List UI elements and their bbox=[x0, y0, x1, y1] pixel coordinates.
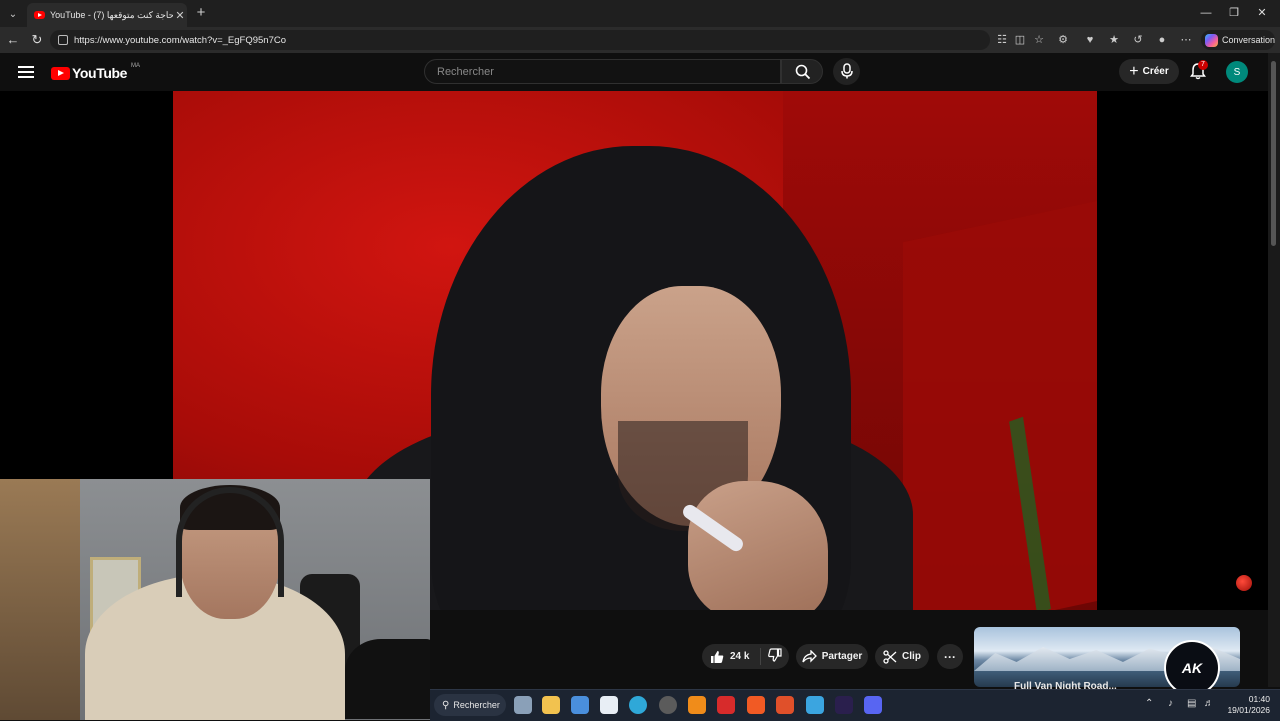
dislike-button[interactable] bbox=[761, 648, 789, 665]
share-label: Partager bbox=[821, 651, 863, 662]
like-button[interactable]: 24 k bbox=[702, 648, 761, 665]
voice-search-button[interactable] bbox=[833, 58, 860, 85]
search-box[interactable] bbox=[424, 59, 781, 84]
clip-button[interactable]: Clip bbox=[875, 644, 929, 669]
account-avatar[interactable]: S bbox=[1226, 61, 1248, 83]
discord-icon[interactable] bbox=[864, 696, 882, 714]
create-button[interactable]: + Créer bbox=[1119, 59, 1179, 84]
channel-logo-text: AK bbox=[1181, 660, 1203, 676]
youtube-header: YouTube MA + Créer 7 S bbox=[0, 53, 1268, 91]
like-dislike-group: 24 k bbox=[702, 644, 789, 669]
more-actions-button[interactable]: ··· bbox=[937, 644, 963, 669]
clock-date: 19/01/2026 bbox=[1227, 705, 1270, 715]
scrollbar-thumb[interactable] bbox=[1271, 61, 1276, 246]
headset-icon bbox=[176, 487, 284, 597]
microphone-icon bbox=[841, 63, 853, 79]
extensions-icon[interactable]: ⚙ bbox=[1056, 33, 1070, 47]
bookshelf bbox=[0, 479, 80, 720]
scissors-icon bbox=[883, 649, 897, 664]
search-icon: ⚲ bbox=[442, 699, 450, 711]
address-bar[interactable]: https://www.youtube.com/watch?v=_EgFQ95n… bbox=[50, 30, 990, 50]
edge-icon[interactable] bbox=[629, 696, 647, 714]
next-icon[interactable] bbox=[835, 696, 853, 714]
like-count: 24 k bbox=[730, 651, 750, 662]
settings-more-icon[interactable]: ⋯ bbox=[1179, 33, 1193, 47]
restore-icon[interactable]: ❐ bbox=[1224, 4, 1244, 22]
tab-title: YouTube - (7) آخر حاجة كنت متوقعها bbox=[50, 9, 173, 20]
copilot-icon bbox=[1205, 33, 1218, 47]
clock-time: 01:40 bbox=[1248, 694, 1270, 704]
taskbar-search-label: Rechercher bbox=[453, 700, 500, 710]
tray-mic-icon[interactable]: ♪ bbox=[1168, 698, 1173, 709]
network-icon[interactable]: ▤ bbox=[1187, 698, 1196, 709]
copilot-label: Conversation bbox=[1221, 35, 1275, 45]
favorites-icon[interactable]: ★ bbox=[1107, 33, 1121, 47]
system-clock[interactable]: 01:40 19/01/2026 bbox=[1220, 694, 1270, 716]
new-tab-button[interactable]: + bbox=[193, 4, 209, 22]
plus-icon: + bbox=[1129, 62, 1139, 80]
windows-taskbar: ⚲ Rechercher ⌃ ♪ ▤ ♬ 01:40 19/01/2026 bbox=[430, 689, 1280, 721]
more-icon: ··· bbox=[944, 649, 956, 664]
record-indicator-icon bbox=[1236, 575, 1252, 591]
notifications-button[interactable]: 7 bbox=[1189, 60, 1209, 82]
split-screen-icon[interactable]: ◫ bbox=[1013, 33, 1027, 47]
page-scrollbar[interactable] bbox=[1268, 53, 1280, 687]
tray-expand-icon[interactable]: ⌃ bbox=[1145, 698, 1153, 709]
task-view-icon[interactable] bbox=[514, 696, 532, 714]
search-input[interactable] bbox=[435, 65, 759, 79]
taskbar-search[interactable]: ⚲ Rechercher bbox=[434, 694, 506, 716]
app-icon-7[interactable] bbox=[688, 696, 706, 714]
webcam-overlay bbox=[0, 479, 430, 720]
flag-background bbox=[903, 199, 1097, 610]
close-tab-icon[interactable]: ✕ bbox=[173, 9, 187, 22]
search-button[interactable] bbox=[781, 59, 823, 84]
app-icon-6[interactable] bbox=[659, 696, 677, 714]
tab-actions-menu-icon[interactable]: ⌄ bbox=[4, 5, 22, 23]
browser-tab-strip: ⌄ YouTube - (7) آخر حاجة كنت متوقعها ✕ +… bbox=[0, 0, 1280, 27]
refresh-icon[interactable]: ↻ bbox=[28, 31, 46, 49]
back-icon[interactable]: ← bbox=[4, 31, 22, 49]
browser-toolbar: ← ↻ https://www.youtube.com/watch?v=_EgF… bbox=[0, 27, 1280, 54]
app-icon-11[interactable] bbox=[806, 696, 824, 714]
thumbs-down-icon bbox=[768, 648, 782, 662]
youtube-logo[interactable]: YouTube MA bbox=[51, 63, 141, 81]
clip-label: Clip bbox=[902, 651, 921, 662]
app-icon-4[interactable] bbox=[600, 696, 618, 714]
youtube-wordmark: YouTube bbox=[72, 65, 128, 81]
youtube-favicon-icon bbox=[34, 11, 45, 19]
create-label: Créer bbox=[1142, 66, 1169, 77]
country-code: MA bbox=[131, 63, 141, 69]
share-icon bbox=[802, 650, 817, 663]
brave-beta-icon[interactable] bbox=[776, 696, 794, 714]
favorite-star-icon[interactable]: ☆ bbox=[1032, 33, 1046, 47]
brave-icon[interactable] bbox=[747, 696, 765, 714]
youtube-play-icon bbox=[51, 66, 70, 80]
browser-essentials-icon[interactable]: ♥ bbox=[1083, 33, 1097, 47]
copilot-conversation-button[interactable]: Conversation bbox=[1201, 30, 1275, 50]
store-icon[interactable] bbox=[571, 696, 589, 714]
thumbs-up-icon bbox=[711, 650, 724, 663]
volume-icon[interactable]: ♬ bbox=[1204, 698, 1214, 709]
translate-icon[interactable]: ☷ bbox=[995, 33, 1009, 47]
channel-logo-overlay: AK bbox=[1164, 640, 1220, 696]
history-icon[interactable]: ↺ bbox=[1131, 33, 1145, 47]
tab-youtube[interactable]: YouTube - (7) آخر حاجة كنت متوقعها ✕ bbox=[27, 3, 187, 27]
microphone-arm bbox=[345, 639, 430, 719]
close-window-icon[interactable]: ✕ bbox=[1252, 4, 1272, 22]
share-button[interactable]: Partager bbox=[796, 644, 868, 669]
file-explorer-icon[interactable] bbox=[542, 696, 560, 714]
minimize-icon[interactable]: — bbox=[1196, 4, 1216, 22]
hamburger-menu-icon[interactable] bbox=[18, 66, 34, 78]
profile-icon[interactable]: ● bbox=[1155, 33, 1169, 47]
notification-badge: 7 bbox=[1198, 60, 1208, 70]
url-text: https://www.youtube.com/watch?v=_EgFQ95n… bbox=[74, 34, 287, 46]
search-icon bbox=[795, 64, 811, 80]
site-info-icon[interactable] bbox=[58, 35, 68, 45]
wps-icon[interactable] bbox=[717, 696, 735, 714]
